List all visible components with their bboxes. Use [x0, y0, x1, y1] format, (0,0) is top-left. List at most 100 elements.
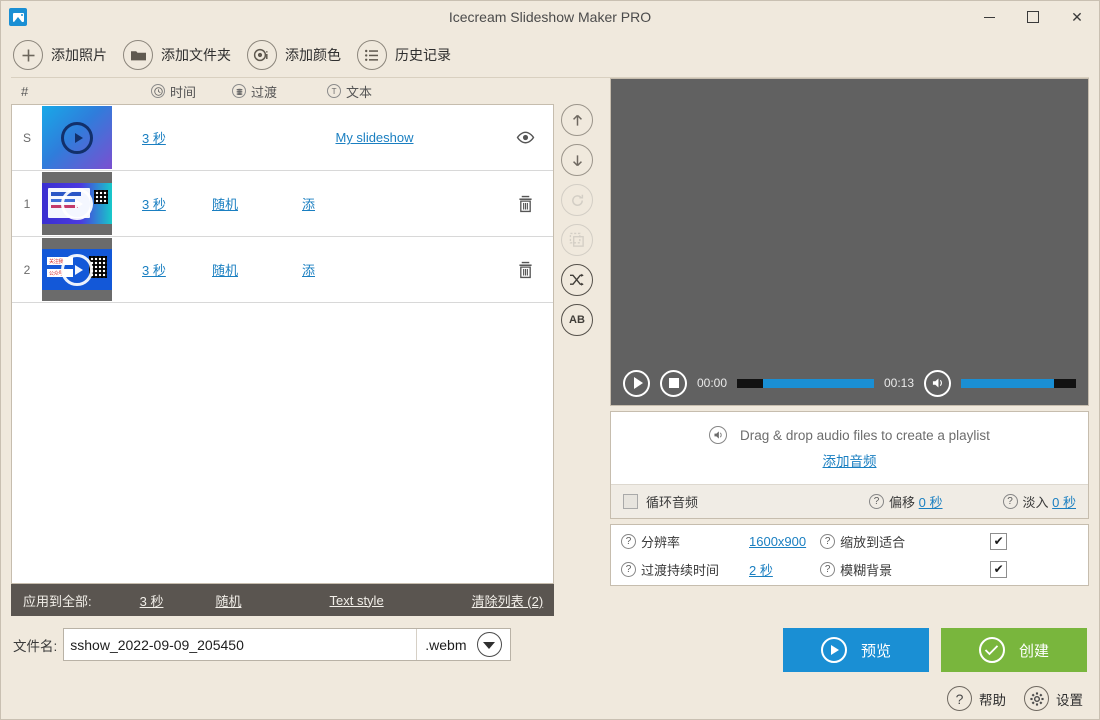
- slide-thumbnail[interactable]: 关注我 公众号: [42, 238, 112, 301]
- chevron-down-icon[interactable]: [476, 632, 502, 657]
- resolution-value[interactable]: 1600x900: [749, 534, 806, 549]
- filename-input[interactable]: [64, 629, 417, 660]
- window-title: Icecream Slideshow Maker PRO: [448, 9, 652, 25]
- duplicate-button[interactable]: [561, 224, 593, 256]
- player-stop-button[interactable]: [660, 369, 687, 397]
- row-transition-link[interactable]: 随机: [212, 263, 238, 278]
- settings-label: 设置: [1056, 692, 1083, 708]
- question-icon[interactable]: ?: [621, 533, 636, 549]
- audio-offset-value[interactable]: 0 秒: [919, 492, 943, 511]
- trash-icon[interactable]: [518, 195, 533, 213]
- resolution-row: ? 分辨率 1600x900: [621, 532, 806, 551]
- rotate-button[interactable]: [561, 184, 593, 216]
- header-number: #: [21, 83, 29, 99]
- table-row[interactable]: 1 3 秒 随机 添: [12, 171, 553, 237]
- audio-drop-text: Drag & drop audio files to create a play…: [740, 427, 990, 443]
- header-time-label: 时间: [170, 84, 197, 100]
- maximize-button[interactable]: [1011, 1, 1055, 33]
- row-action-cell[interactable]: [497, 261, 553, 279]
- folder-icon: [123, 40, 153, 70]
- header-transition: 过渡: [232, 82, 277, 101]
- close-button[interactable]: ✕: [1055, 1, 1099, 33]
- create-button[interactable]: 创建: [941, 628, 1087, 672]
- audio-dropzone[interactable]: Drag & drop audio files to create a play…: [611, 412, 1088, 484]
- preview-button[interactable]: 预览: [783, 628, 929, 672]
- ab-sort-icon: AB: [569, 313, 585, 326]
- header-time: 时间: [151, 82, 196, 101]
- player-play-button[interactable]: [623, 369, 650, 397]
- blur-bg-label: 模糊背景: [840, 562, 893, 578]
- settings-button[interactable]: 设置: [1024, 686, 1083, 711]
- audio-offset-label: 偏移: [889, 495, 916, 510]
- add-audio-link[interactable]: 添加音频: [823, 450, 877, 470]
- transition-icon: [232, 84, 247, 98]
- move-down-button[interactable]: [561, 144, 593, 176]
- volume-handle[interactable]: [1054, 378, 1076, 388]
- apply-text-style-link[interactable]: Text style: [329, 593, 383, 608]
- row-number: 2: [23, 262, 31, 277]
- blur-bg-row: ? 模糊背景 ✔: [820, 560, 1078, 579]
- row-time-link[interactable]: 3 秒: [142, 197, 166, 212]
- row-time-cell: 3 秒: [112, 260, 212, 279]
- row-text-link[interactable]: My slideshow: [335, 130, 413, 145]
- window-controls: ✕: [967, 1, 1099, 33]
- help-label: 帮助: [979, 692, 1006, 708]
- trash-icon[interactable]: [518, 261, 533, 279]
- help-button[interactable]: ? 帮助: [947, 686, 1006, 711]
- transition-duration-value[interactable]: 2 秒: [749, 560, 773, 579]
- question-icon[interactable]: ?: [621, 561, 636, 577]
- list-column-headers: # 时间 过渡 T 文本: [11, 78, 554, 104]
- slide-tools-rail: AB: [554, 78, 600, 584]
- move-up-button[interactable]: [561, 104, 593, 136]
- settings-left-column: ? 分辨率 1600x900 ? 过渡持续时间 2 秒: [621, 532, 806, 579]
- zoom-fit-checkbox[interactable]: ✔: [990, 532, 1008, 550]
- question-icon[interactable]: ?: [1002, 494, 1018, 509]
- history-label: 历史记录: [395, 47, 451, 63]
- row-text-link[interactable]: 添: [302, 263, 315, 278]
- loop-audio-checkbox[interactable]: [623, 494, 638, 509]
- table-row[interactable]: S 3 秒 My slideshow: [12, 105, 553, 171]
- header-text: T 文本: [327, 82, 372, 101]
- content-area: # 时间 过渡 T 文本 S 3 秒 My slideshow 1 3 秒 随机…: [1, 78, 1099, 616]
- row-time-link[interactable]: 3 秒: [142, 131, 166, 146]
- row-transition-link[interactable]: 随机: [212, 197, 238, 212]
- player-volume-slider[interactable]: [961, 378, 1076, 388]
- question-icon[interactable]: ?: [869, 494, 885, 509]
- seek-handle[interactable]: [737, 378, 764, 388]
- add-folder-button[interactable]: 添加文件夹: [121, 38, 241, 72]
- filename-format-dropdown[interactable]: [475, 629, 510, 660]
- audio-fadein-value[interactable]: 0 秒: [1052, 492, 1076, 511]
- filename-box[interactable]: .webm: [63, 628, 511, 661]
- clock-icon: [151, 84, 165, 98]
- minimize-button[interactable]: [967, 1, 1011, 33]
- sort-ab-button[interactable]: AB: [561, 304, 593, 336]
- question-icon[interactable]: ?: [820, 533, 836, 549]
- check-circle-icon: [978, 637, 1005, 663]
- preview-screen[interactable]: [617, 85, 1082, 365]
- slide-thumbnail[interactable]: [42, 106, 112, 169]
- play-icon: [820, 637, 847, 663]
- player-mute-button[interactable]: [924, 369, 951, 397]
- eye-icon[interactable]: [516, 131, 535, 144]
- table-row[interactable]: 2 关注我 公众号 3 秒 随机 添: [12, 237, 553, 303]
- row-action-cell[interactable]: [497, 131, 553, 144]
- header-text-label: 文本: [346, 84, 373, 100]
- shuffle-button[interactable]: [561, 264, 593, 296]
- player-seek-slider[interactable]: [737, 378, 874, 388]
- row-text-cell: My slideshow: [302, 130, 497, 145]
- slide-list[interactable]: S 3 秒 My slideshow 1 3 秒 随机 添 2 关注我 公众号 …: [11, 104, 554, 584]
- add-photos-button[interactable]: 添加照片: [11, 38, 117, 72]
- row-text-link[interactable]: 添: [302, 197, 315, 212]
- add-color-button[interactable]: 添加颜色: [245, 38, 351, 72]
- history-button[interactable]: 历史记录: [355, 38, 461, 72]
- slide-thumbnail[interactable]: [42, 172, 112, 235]
- clear-list-link[interactable]: 清除列表 (2): [472, 591, 544, 610]
- row-time-link[interactable]: 3 秒: [142, 263, 166, 278]
- bottom-bar: 文件名: .webm 预览 创建: [1, 616, 1099, 672]
- row-time-cell: 3 秒: [112, 128, 212, 147]
- apply-transition-link[interactable]: 随机: [215, 591, 241, 610]
- row-action-cell[interactable]: [497, 195, 553, 213]
- blur-bg-checkbox[interactable]: ✔: [990, 560, 1008, 578]
- apply-time-link[interactable]: 3 秒: [140, 591, 164, 610]
- question-icon[interactable]: ?: [820, 561, 836, 577]
